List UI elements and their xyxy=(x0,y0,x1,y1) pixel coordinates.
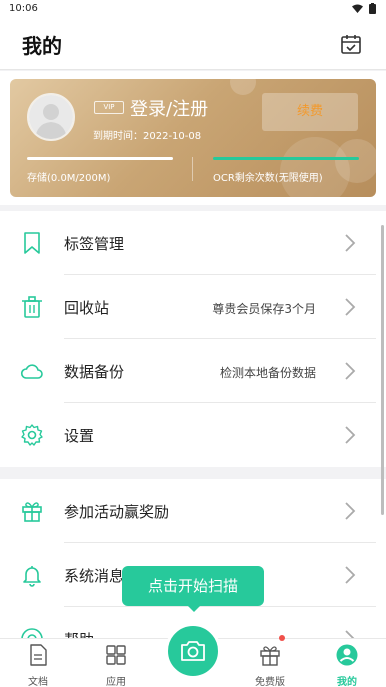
menu-item-settings[interactable]: 设置 xyxy=(0,403,386,467)
menu-item-backup[interactable]: 数据备份 检测本地备份数据 xyxy=(0,339,386,403)
login-register-link[interactable]: 登录/注册 xyxy=(130,95,208,121)
battery-icon xyxy=(369,3,376,14)
menu-item-label: 数据备份 xyxy=(64,363,125,381)
menu-item-label: 设置 xyxy=(64,427,95,445)
menu-group-main: 标签管理 回收站 尊贵会员保存3个月 数据备份 检测本地备份数据 设置 xyxy=(0,211,386,467)
tab-apps[interactable]: 应用 xyxy=(81,639,151,687)
tooltip-arrow xyxy=(186,604,202,612)
tab-free-version[interactable]: 免费版 xyxy=(235,639,305,687)
tab-documents[interactable]: 文档 xyxy=(3,639,73,687)
document-icon xyxy=(30,644,47,666)
status-bar: 10:06 xyxy=(0,0,386,18)
scan-tooltip[interactable]: 点击开始扫描 xyxy=(122,566,264,612)
menu-group-extra: 参加活动赢奖励 系统消息 帮助 xyxy=(0,479,386,639)
chevron-right-icon xyxy=(345,298,356,316)
tab-label: 免费版 xyxy=(255,677,285,687)
vip-card-section: VIP 登录/注册 到期时间：2022-10-08 续费 存储(0.0M/200… xyxy=(0,71,386,205)
status-icons xyxy=(352,3,376,14)
status-time: 10:06 xyxy=(9,3,38,14)
chevron-right-icon xyxy=(345,502,356,520)
bell-icon xyxy=(23,566,41,587)
notification-dot xyxy=(279,635,285,641)
ocr-progress-bar xyxy=(213,157,359,160)
card-divider xyxy=(192,157,193,181)
page-title: 我的 xyxy=(22,34,62,58)
decor-bubble xyxy=(335,139,376,183)
menu-item-recycle-bin[interactable]: 回收站 尊贵会员保存3个月 xyxy=(0,275,386,339)
grid-icon xyxy=(106,645,126,665)
menu-item-label: 参加活动赢奖励 xyxy=(64,503,170,521)
scan-button[interactable] xyxy=(165,623,221,679)
renew-button[interactable]: 续费 xyxy=(262,93,358,131)
menu-item-activity-rewards[interactable]: 参加活动赢奖励 xyxy=(0,479,386,543)
menu-item-label: 系统消息 xyxy=(64,567,125,585)
trash-icon xyxy=(22,296,42,318)
chevron-right-icon xyxy=(345,362,356,380)
app-header: 我的 xyxy=(0,18,386,70)
vip-badge: VIP xyxy=(94,101,124,114)
calendar-check-icon[interactable] xyxy=(340,33,362,55)
tab-label: 文档 xyxy=(28,677,48,687)
expire-date: 到期时间：2022-10-08 xyxy=(93,131,202,142)
tab-label: 应用 xyxy=(106,677,126,687)
gear-icon xyxy=(21,424,43,446)
ocr-remaining-text: OCR剩余次数(无限使用) xyxy=(213,173,323,184)
storage-text: 存储(0.0M/200M) xyxy=(27,173,111,184)
wifi-icon xyxy=(352,4,363,13)
user-silhouette-icon xyxy=(29,95,73,139)
avatar[interactable] xyxy=(27,93,75,141)
tab-profile[interactable]: 我的 xyxy=(312,639,382,687)
bookmark-icon xyxy=(24,232,40,254)
tab-label: 我的 xyxy=(337,677,357,687)
chevron-right-icon xyxy=(345,234,356,252)
menu-item-subtext: 尊贵会员保存3个月 xyxy=(212,302,316,316)
menu-item-label: 标签管理 xyxy=(64,235,125,253)
profile-icon xyxy=(336,644,358,666)
cloud-icon xyxy=(20,364,43,379)
gift-icon xyxy=(22,502,42,522)
menu-item-label: 回收站 xyxy=(64,299,110,317)
vip-card[interactable]: VIP 登录/注册 到期时间：2022-10-08 续费 存储(0.0M/200… xyxy=(10,79,376,197)
chevron-right-icon xyxy=(345,426,356,444)
gift-icon xyxy=(260,646,280,666)
camera-icon xyxy=(181,641,205,661)
scrollbar[interactable] xyxy=(381,225,384,515)
decor-bubble xyxy=(230,79,256,95)
chevron-right-icon xyxy=(345,566,356,584)
menu-item-subtext: 检测本地备份数据 xyxy=(219,366,316,380)
scan-tooltip-text: 点击开始扫描 xyxy=(147,577,238,595)
menu-item-tags[interactable]: 标签管理 xyxy=(0,211,386,275)
storage-progress-bar xyxy=(27,157,173,160)
